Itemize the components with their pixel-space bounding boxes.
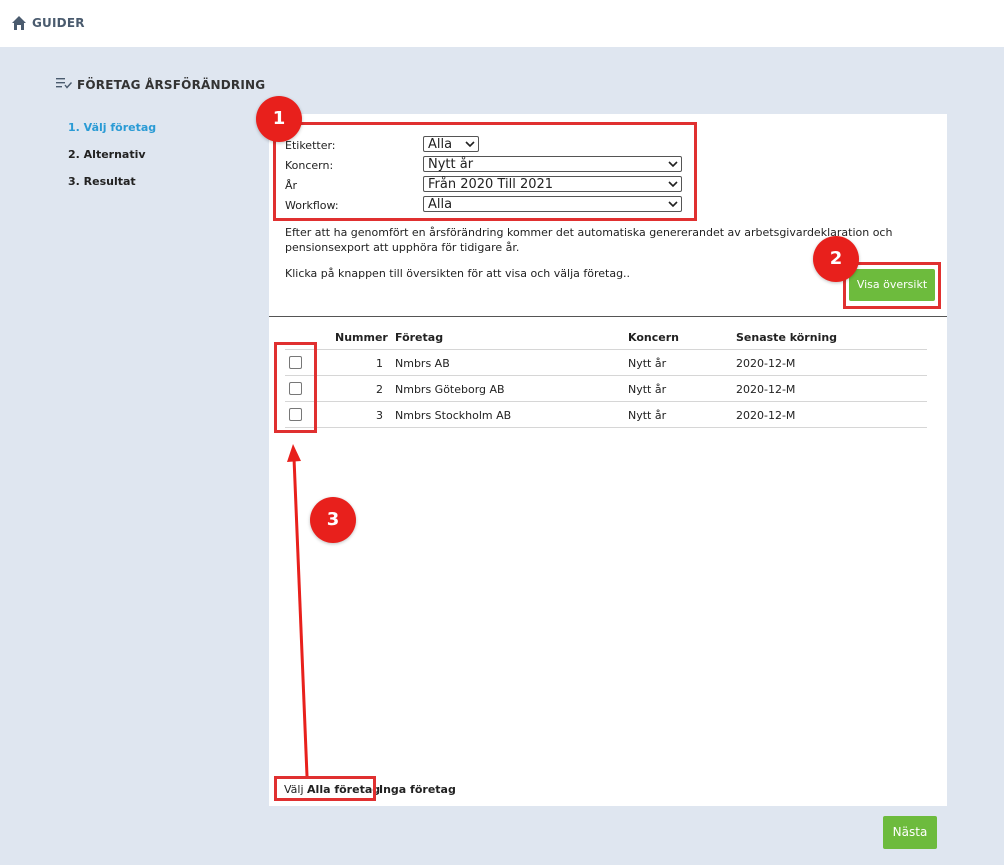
cell-koncern: Nytt år (628, 409, 667, 422)
cell-senaste: 2020-12-M (736, 357, 796, 370)
header-koncern[interactable]: Koncern (628, 331, 679, 344)
app-title[interactable]: GUIDER (32, 16, 85, 30)
main-panel: Etiketter: Alla Koncern: Nytt år År Från… (269, 114, 947, 806)
table-row[interactable]: 3 Nmbrs Stockholm AB Nytt år 2020-12-M (285, 401, 927, 428)
list-check-icon (56, 78, 72, 89)
annotation-box-checkboxes (274, 342, 317, 433)
step-valj-foretag[interactable]: 1. Välj företag (68, 121, 156, 134)
cell-senaste: 2020-12-M (736, 409, 796, 422)
annotation-badge-2: 2 (813, 236, 859, 282)
header-foretag[interactable]: Företag (395, 331, 443, 344)
select-none-link[interactable]: Inga företag (379, 783, 456, 796)
annotation-badge-3: 3 (310, 497, 356, 543)
top-bar: GUIDER (0, 0, 1004, 47)
cell-nummer: 1 (376, 357, 383, 370)
section-divider (269, 316, 947, 317)
instruction-text: Klicka på knappen till översikten för at… (285, 267, 631, 280)
annotation-badge-1: 1 (256, 96, 302, 142)
cell-nummer: 2 (376, 383, 383, 396)
cell-foretag: Nmbrs Stockholm AB (395, 409, 512, 422)
step-list: 1. Välj företag 2. Alternativ 3. Resulta… (68, 121, 156, 202)
header-nummer[interactable]: Nummer (335, 331, 388, 344)
header-senaste-korning[interactable]: Senaste körning (736, 331, 837, 344)
table-row[interactable]: 1 Nmbrs AB Nytt år 2020-12-M (285, 349, 927, 376)
cell-foretag: Nmbrs AB (395, 357, 450, 370)
annotation-box-select-all (274, 776, 376, 801)
cell-koncern: Nytt år (628, 357, 667, 370)
table-row[interactable]: 2 Nmbrs Göteborg AB Nytt år 2020-12-M (285, 375, 927, 402)
cell-foretag: Nmbrs Göteborg AB (395, 383, 505, 396)
step-alternativ[interactable]: 2. Alternativ (68, 148, 156, 161)
page-title: FÖRETAG ÅRSFÖRÄNDRING (77, 78, 266, 92)
next-button[interactable]: Nästa (883, 816, 937, 849)
cell-senaste: 2020-12-M (736, 383, 796, 396)
table-bottom-border (285, 427, 927, 428)
annotation-box-overview (843, 262, 941, 309)
step-resultat[interactable]: 3. Resultat (68, 175, 156, 188)
annotation-box-filters (273, 122, 697, 221)
cell-nummer: 3 (376, 409, 383, 422)
home-icon[interactable] (11, 15, 27, 31)
cell-koncern: Nytt år (628, 383, 667, 396)
